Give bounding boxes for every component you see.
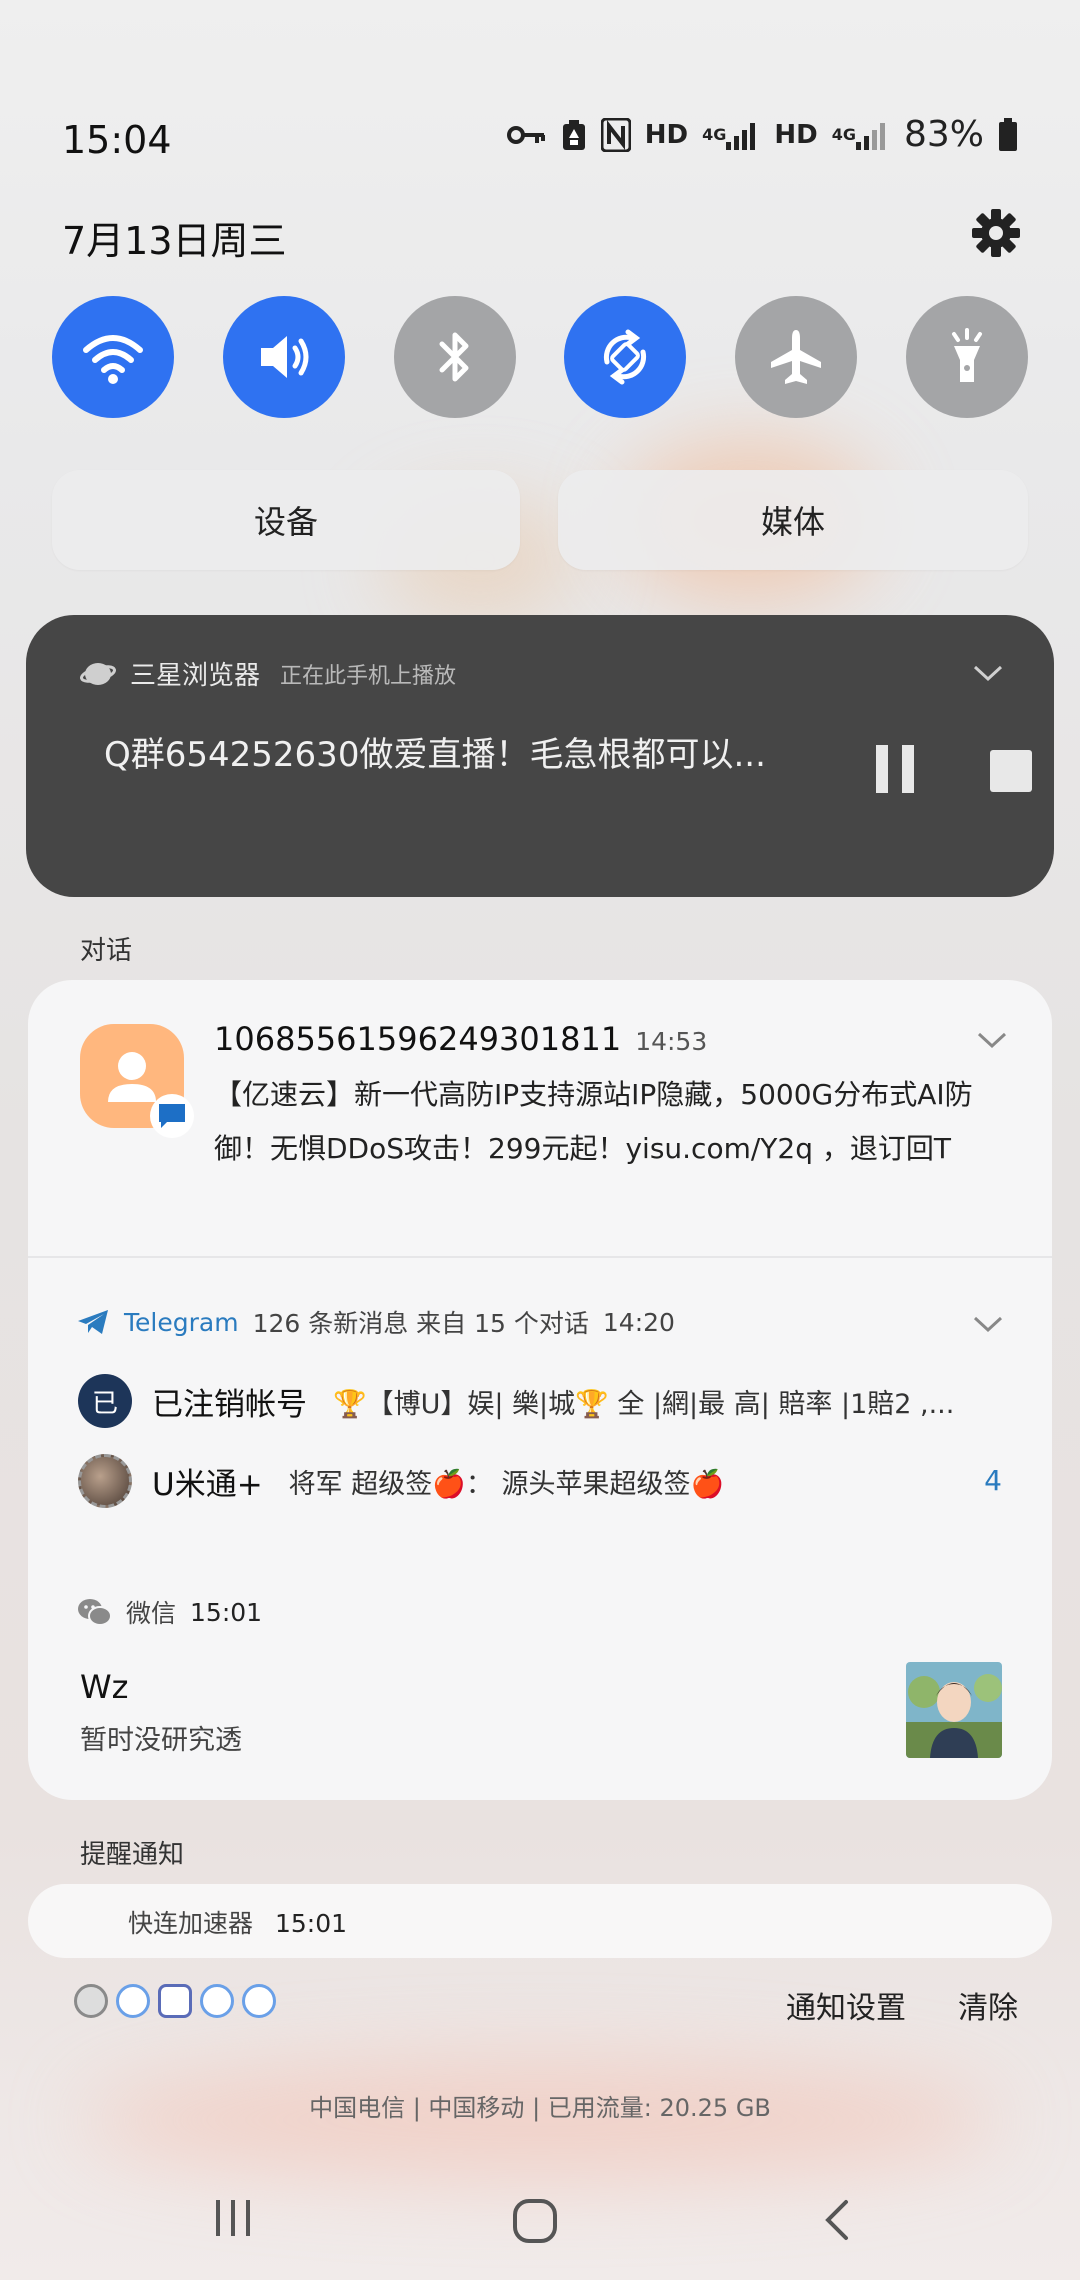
- sound-toggle[interactable]: [222, 296, 345, 418]
- chat-message: 🏆【博U】娱| 樂|城🏆 全 |網|最 高| 賠率 |1賠2 ,...: [333, 1388, 955, 1420]
- telegram-chat-row[interactable]: 已 已注销帐号 🏆【博U】娱| 樂|城🏆 全 |網|最 高| 賠率 |1賠2 ,…: [78, 1374, 954, 1428]
- navigation-bar: [0, 2180, 1080, 2260]
- app-icon: [74, 1984, 108, 2018]
- speaker-icon: [260, 336, 309, 378]
- media-player-card[interactable]: 三星浏览器 正在此手机上播放 Q群654252630做爱直播！毛急根都可以...: [26, 615, 1054, 897]
- bot-icon: [158, 1984, 192, 2018]
- qq-icon: [116, 1984, 150, 2018]
- wechat-app-name: 微信: [126, 1599, 177, 1628]
- telegram-header[interactable]: Telegram 126 条新消息 来自 15 个对话 14:20: [76, 1304, 675, 1340]
- telegram-app-name: Telegram: [124, 1307, 239, 1337]
- sms-sender-number: 10685561596249301811: [214, 1020, 622, 1058]
- wifi-icon: [83, 335, 143, 384]
- wifi-toggle[interactable]: [52, 296, 174, 418]
- wechat-icon: [78, 1599, 112, 1626]
- stop-button-icon[interactable]: [990, 750, 1032, 792]
- auto-rotate-icon: [604, 329, 647, 385]
- nfc-icon: [600, 117, 631, 152]
- message-badge-icon: [150, 1094, 194, 1138]
- media-title: Q群654252630做爱直播！毛急根都可以...: [104, 735, 766, 775]
- media-button[interactable]: 媒体: [558, 470, 1028, 570]
- back-icon[interactable]: [822, 2198, 852, 2242]
- telegram-icon: [78, 1310, 108, 1334]
- notification-actions: 通知设置 清除: [786, 1983, 1018, 2027]
- status-bar: 15:04 HD 4G HD 4G 83%: [0, 100, 1080, 180]
- notification-settings-button[interactable]: 通知设置: [786, 1983, 906, 2027]
- chevron-down-icon[interactable]: [972, 663, 1004, 683]
- hd-label: HD: [774, 119, 818, 150]
- telegram-time: 14:20: [602, 1307, 675, 1337]
- reminder-app-name: 快连加速器: [128, 1909, 254, 1938]
- wechat-avatar-image: [906, 1662, 1002, 1758]
- unread-count: 4: [984, 1464, 1002, 1497]
- chevron-down-icon[interactable]: [972, 1314, 1004, 1334]
- media-app-line: 三星浏览器 正在此手机上播放: [80, 655, 456, 692]
- sms-time: 14:53: [635, 1027, 708, 1056]
- chat-name: U米通+: [152, 1466, 263, 1503]
- flashlight-toggle[interactable]: [905, 296, 1028, 418]
- reminders-section-label: 提醒通知: [80, 1840, 185, 1870]
- wechat-time: 15:01: [190, 1597, 263, 1627]
- carrier-data-usage: 中国电信 | 中国移动 | 已用流量: 20.25 GB: [309, 2094, 771, 2122]
- flashlight-icon: [951, 328, 982, 382]
- bluetooth-icon: [439, 332, 469, 382]
- sms-notification[interactable]: 10685561596249301811 14:53 【亿速云】新一代高防IP支持…: [28, 980, 1052, 1262]
- airplane-icon: [771, 330, 822, 384]
- qq-icon: [200, 1984, 234, 2018]
- pause-button-icon[interactable]: [874, 743, 918, 795]
- home-icon[interactable]: [512, 2198, 558, 2244]
- conversation-card: 10685561596249301811 14:53 【亿速云】新一代高防IP支持…: [28, 980, 1052, 1800]
- auto-rotate-toggle[interactable]: [564, 296, 687, 418]
- telegram-summary: 126 条新消息 来自 15 个对话: [252, 1309, 589, 1338]
- signal-icon-sim2: 4G: [832, 120, 890, 150]
- samsung-browser-icon: [80, 662, 116, 685]
- chat-avatar: 已: [78, 1374, 132, 1428]
- divider: [28, 1256, 1052, 1258]
- devices-button[interactable]: 设备: [52, 470, 520, 570]
- reminder-notification[interactable]: 快连加速器 15:01: [28, 1884, 1052, 1958]
- telegram-chat-row[interactable]: U米通+ 将军 超级签🍎： 源头苹果超级签🍎: [78, 1454, 724, 1508]
- clear-button[interactable]: 清除: [958, 1983, 1018, 2027]
- recycle-icon: [561, 118, 587, 152]
- airplane-mode-toggle[interactable]: [735, 296, 858, 418]
- status-icons: HD 4G HD 4G 83%: [506, 114, 1018, 155]
- wechat-message: 暂时没研究透: [80, 1725, 242, 1756]
- chat-avatar-icon: [78, 1454, 132, 1508]
- chevron-down-icon[interactable]: [976, 1030, 1008, 1050]
- network-type-label: 4G: [702, 124, 727, 144]
- wechat-sender: Wz: [80, 1668, 129, 1706]
- reminder-time: 15:01: [274, 1909, 348, 1938]
- chat-message: 将军 超级签🍎： 源头苹果超级签🍎: [288, 1468, 725, 1500]
- clock: 15:04: [62, 118, 172, 162]
- quick-toggles: [52, 296, 1028, 418]
- signal-icon-sim1: 4G: [702, 120, 760, 150]
- date-label: 7月13日周三: [62, 219, 287, 263]
- reminder-line: 快连加速器 15:01: [128, 1904, 347, 1940]
- conversations-section-label: 对话: [80, 936, 133, 966]
- key-icon: [506, 123, 547, 147]
- bluetooth-toggle[interactable]: [393, 296, 516, 418]
- network-type-label: 4G: [831, 124, 856, 144]
- sms-body: 【亿速云】新一代高防IP支持源站IP隐藏，5000G分布式AI防御！无惧DDoS…: [214, 1078, 973, 1165]
- settings-gear-icon[interactable]: [968, 205, 1024, 261]
- qq-icon: [242, 1984, 276, 2018]
- wechat-header[interactable]: 微信 15:01: [76, 1594, 262, 1630]
- notification-app-icons: [74, 1984, 276, 2018]
- chat-name: 已注销帐号: [152, 1386, 307, 1423]
- battery-icon: [998, 117, 1018, 152]
- hd-label: HD: [644, 119, 689, 150]
- recent-apps-icon[interactable]: [212, 2198, 254, 2238]
- media-status: 正在此手机上播放: [280, 663, 457, 689]
- sms-sender: 10685561596249301811 14:53: [214, 1020, 707, 1058]
- media-app-name: 三星浏览器: [130, 661, 261, 691]
- battery-percentage: 83%: [903, 114, 984, 155]
